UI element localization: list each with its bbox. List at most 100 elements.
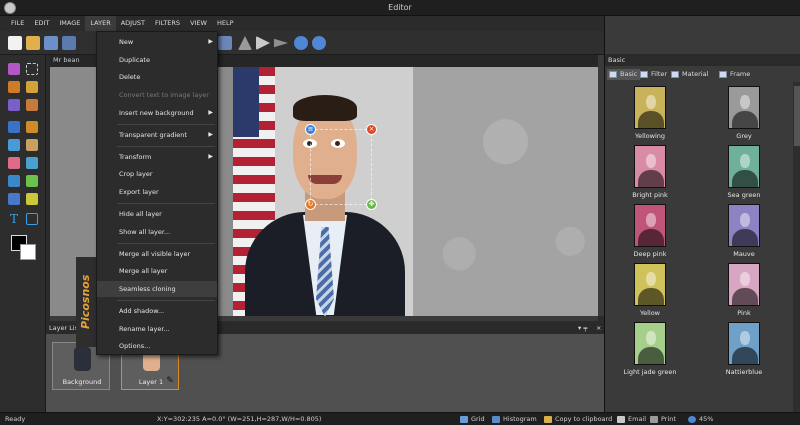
rotate-handle-icon[interactable]: ↻	[305, 199, 316, 210]
filter-label: Mauve	[733, 250, 755, 258]
menu-item-transparent-gradient[interactable]: Transparent gradient ▶	[97, 127, 217, 143]
filter-label: Grey	[736, 132, 752, 140]
filter-item-deep-pink[interactable]: Deep pink	[625, 204, 675, 260]
zoom-level[interactable]: 45%	[699, 415, 713, 423]
menu-item-export-layer[interactable]: Export layer	[97, 184, 217, 200]
print-button[interactable]: Print	[661, 415, 676, 423]
menu-item-label: Merge all layer	[119, 267, 168, 275]
zoom-in-icon[interactable]	[294, 36, 308, 50]
color-picker-icon[interactable]	[26, 175, 38, 187]
tab-filter[interactable]: Filter	[638, 69, 670, 80]
rotate-icon[interactable]	[274, 38, 288, 48]
filter-item-sea-green[interactable]: Sea green	[719, 145, 769, 201]
menu-separator	[117, 124, 215, 125]
blur-icon[interactable]	[26, 157, 38, 169]
status-bar: Ready X:Y=302:235 A=0.0° (W=251,H=287,W/…	[0, 412, 800, 425]
magic-wand-icon[interactable]	[26, 81, 38, 93]
tab-frame[interactable]: Frame	[717, 69, 753, 80]
menu-item-duplicate[interactable]: Duplicate	[97, 52, 217, 68]
menu-item-merge-all[interactable]: Merge all layer	[97, 263, 217, 279]
shape-rect-icon[interactable]	[26, 213, 38, 225]
delete-layer-handle-icon[interactable]: ×	[366, 124, 377, 135]
menu-help[interactable]: HELP	[212, 16, 239, 31]
menu-item-add-shadow[interactable]: Add shadow...	[97, 303, 217, 319]
lasso-icon[interactable]	[8, 81, 20, 93]
tab-material[interactable]: Material	[669, 69, 711, 80]
perspective-icon[interactable]	[26, 99, 38, 111]
filter-item-pink[interactable]: Pink	[719, 263, 769, 319]
filter-item-grey[interactable]: Grey	[719, 86, 769, 142]
filter-item-light-jade-green[interactable]: Light jade green	[623, 322, 677, 378]
menu-image[interactable]: IMAGE	[54, 16, 85, 31]
menu-item-rename-layer[interactable]: Rename layer...	[97, 321, 217, 337]
panel-pin-icon[interactable]: ▾ ╤	[578, 324, 587, 332]
email-button[interactable]: Email	[628, 415, 646, 423]
filter-item-yellow[interactable]: Yellow	[625, 263, 675, 319]
menu-item-insert-background[interactable]: Insert new background ▶	[97, 105, 217, 121]
menu-item-label: Hide all layer	[119, 210, 162, 218]
menu-item-new[interactable]: New ▶	[97, 34, 217, 50]
zoom-icon	[688, 416, 696, 423]
menu-separator	[117, 203, 215, 204]
zoom-out-icon[interactable]	[312, 36, 326, 50]
filter-item-yellowing[interactable]: Yellowing	[625, 86, 675, 142]
menu-layer[interactable]: LAYER	[85, 16, 116, 31]
photo-image[interactable]: ≡ × ↻ ✥	[233, 67, 413, 316]
layer-bounding-box[interactable]	[310, 129, 372, 205]
menu-item-delete[interactable]: Delete	[97, 69, 217, 85]
background-thumb-image	[74, 347, 91, 371]
save-as-icon[interactable]	[62, 36, 76, 50]
layer-tool-icon[interactable]	[218, 36, 232, 50]
menu-item-crop-layer[interactable]: Crop layer	[97, 166, 217, 182]
filters-scrollbar[interactable]	[793, 82, 800, 412]
filter-item-nattierblue[interactable]: Nattierblue	[719, 322, 769, 378]
menu-item-seamless-cloning[interactable]: Seamless cloning	[97, 281, 217, 297]
open-folder-icon[interactable]	[26, 36, 40, 50]
menu-item-label: Merge all visible layer	[119, 250, 191, 258]
layer-menu-handle-icon[interactable]: ≡	[305, 124, 316, 135]
menu-item-label: Add shadow...	[119, 307, 165, 315]
select-rect-icon[interactable]	[26, 63, 38, 75]
new-file-icon[interactable]	[8, 36, 22, 50]
panel-close-icon[interactable]: ×	[596, 324, 601, 332]
window-title: Editor	[388, 3, 412, 12]
pencil-icon[interactable]	[26, 121, 38, 133]
tab-basic[interactable]: Basic	[607, 69, 641, 80]
fill-bucket-icon[interactable]	[8, 175, 20, 187]
text-tool-icon[interactable]: T	[8, 213, 20, 225]
flip-vertical-icon[interactable]	[238, 36, 252, 50]
paint-brush-icon: ✎	[166, 376, 174, 386]
grid-toggle[interactable]: Grid	[471, 415, 485, 423]
eraser-icon[interactable]	[8, 157, 20, 169]
histogram-button[interactable]: Histogram	[503, 415, 537, 423]
filters-scrollbar-thumb[interactable]	[794, 86, 800, 146]
menu-adjust[interactable]: ADJUST	[116, 16, 150, 31]
save-icon[interactable]	[44, 36, 58, 50]
filter-thumb	[634, 86, 666, 129]
crop-icon[interactable]	[8, 99, 20, 111]
menu-view[interactable]: VIEW	[185, 16, 212, 31]
brush-icon[interactable]	[8, 121, 20, 133]
line-icon[interactable]	[8, 139, 20, 151]
background-color-swatch[interactable]	[20, 244, 36, 260]
menu-filters[interactable]: FILTERS	[150, 16, 185, 31]
menu-file[interactable]: FILE	[6, 16, 29, 31]
menu-item-hide-all[interactable]: Hide all layer	[97, 206, 217, 222]
filter-item-mauve[interactable]: Mauve	[719, 204, 769, 260]
flag-canton	[233, 67, 259, 137]
flip-horizontal-icon[interactable]	[256, 36, 270, 50]
copy-clipboard-button[interactable]: Copy to clipboard	[555, 415, 612, 423]
menu-item-merge-visible[interactable]: Merge all visible layer	[97, 246, 217, 262]
image-insert-icon[interactable]	[26, 193, 38, 205]
canvas-background-pattern	[413, 67, 598, 316]
clone-stamp-icon[interactable]	[8, 193, 20, 205]
filter-item-bright-pink[interactable]: Bright pink	[625, 145, 675, 201]
menu-item-transform[interactable]: Transform ▶	[97, 149, 217, 165]
smudge-icon[interactable]	[26, 139, 38, 151]
resize-handle-icon[interactable]: ✥	[366, 199, 377, 210]
menu-item-show-all[interactable]: Show all layer...	[97, 224, 217, 240]
move-tool-icon[interactable]	[8, 63, 20, 75]
menu-edit[interactable]: EDIT	[29, 16, 54, 31]
tools-panel: T	[0, 55, 46, 412]
menu-item-options[interactable]: Options...	[97, 338, 217, 354]
